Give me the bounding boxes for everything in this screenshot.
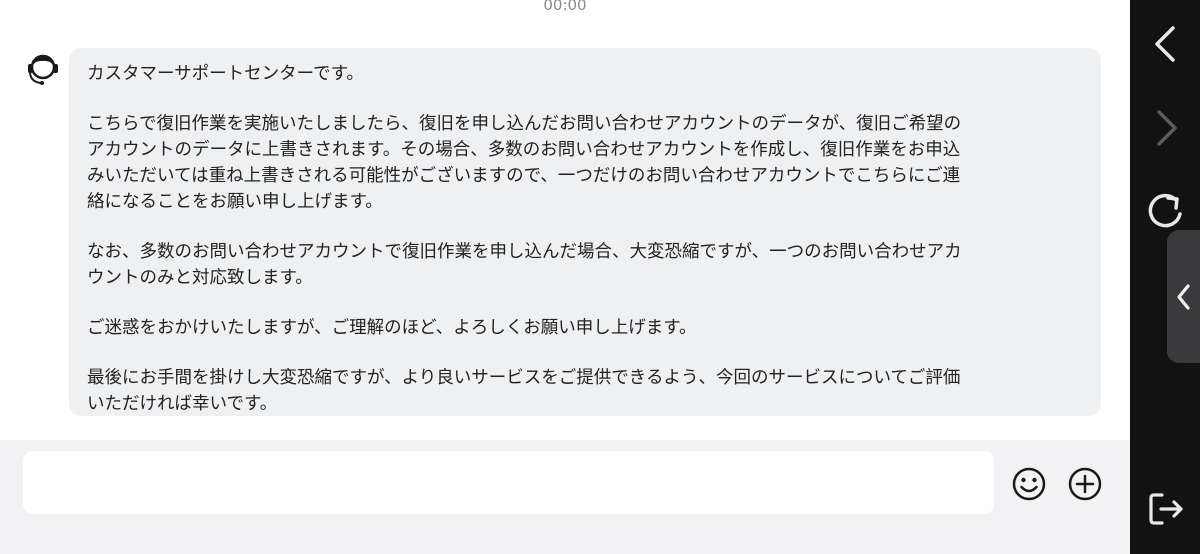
- input-bar: [0, 440, 1130, 554]
- message-line: なお、多数のお問い合わせアカウントで復旧作業を申し込んだ場合、大変恐縮ですが、一…: [87, 242, 962, 262]
- chevron-left-icon[interactable]: [1144, 22, 1188, 66]
- message-line: ウントのみと対応致します。: [87, 268, 313, 288]
- exit-icon[interactable]: [1144, 487, 1188, 531]
- timestamp: 00:00: [543, 0, 587, 14]
- message-paragraph: こちらで復旧作業を実施いたしましたら、復旧を申し込んだお問い合わせアカウントのデ…: [87, 111, 1083, 215]
- message-line: いただければ幸いです。: [87, 394, 278, 414]
- message-bubble: カスタマーサポートセンターです。 こちらで復旧作業を実施いたしましたら、復旧を申…: [69, 48, 1101, 416]
- message-paragraph: なお、多数のお問い合わせアカウントで復旧作業を申し込んだ場合、大変恐縮ですが、一…: [87, 239, 1083, 291]
- collapse-panel-tab[interactable]: [1167, 230, 1200, 363]
- reload-icon[interactable]: [1144, 190, 1188, 234]
- chevron-right-icon[interactable]: [1144, 106, 1188, 150]
- chevron-left-small-icon: [1173, 282, 1193, 316]
- message-line: 最後にお手間を掛けし大変恐縮ですが、より良いサービスをご提供できるよう、今回のサ…: [87, 368, 961, 388]
- plus-circle-icon[interactable]: [1066, 465, 1104, 503]
- message-line: カスタマーサポートセンターです。: [87, 64, 364, 84]
- message-input[interactable]: [23, 451, 994, 514]
- message-line: こちらで復旧作業を実施いたしましたら、復旧を申し込んだお問い合わせアカウントのデ…: [87, 114, 962, 134]
- chat-area: 00:00 カスタマーサポートセンターです。 こちらで復旧作業を実施いたしました…: [0, 0, 1130, 440]
- message-paragraph: ご迷惑をおかけいたしますが、ご理解のほど、よろしくお願い申し上げます。: [87, 315, 1083, 341]
- message-line: ご迷惑をおかけいたしますが、ご理解のほど、よろしくお願い申し上げます。: [87, 318, 697, 338]
- headset-agent-icon: [24, 50, 62, 88]
- message-paragraph: カスタマーサポートセンターです。: [87, 61, 1083, 87]
- message-paragraph: 最後にお手間を掛けし大変恐縮ですが、より良いサービスをご提供できるよう、今回のサ…: [87, 365, 1083, 417]
- emoji-icon[interactable]: [1010, 465, 1048, 503]
- message-line: 絡になることをお願い申し上げます。: [87, 192, 383, 212]
- message-line: アカウントのデータに上書きされます。その場合、多数のお問い合わせアカウントを作成…: [87, 140, 961, 160]
- message-line: みいただいては重ね上書きされる可能性がございますので、一つだけのお問い合わせアカ…: [87, 166, 961, 186]
